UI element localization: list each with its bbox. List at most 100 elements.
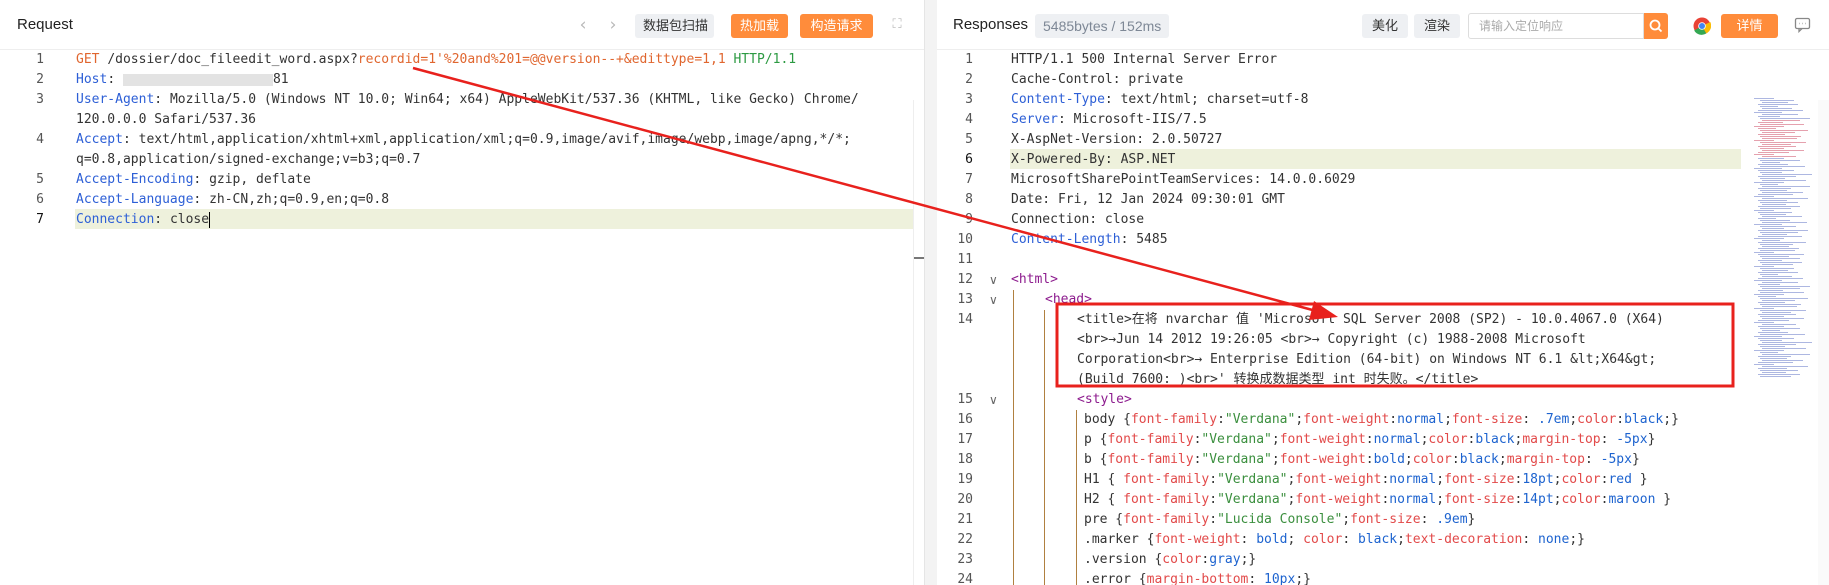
minimap-line [1754,224,1782,225]
line-number: 3 [965,92,973,107]
minimap-line [1760,190,1787,191]
powered-by-header: X-Powered-By: ASP.NET [1011,152,1176,167]
render-button[interactable]: 渲染 [1414,14,1460,38]
text-cursor [209,211,211,228]
minimap-line [1760,232,1798,233]
line-number: 7 [36,212,44,227]
server-header: Server: Microsoft-IIS/7.5 [1011,112,1207,127]
minimap-line [1760,100,1794,101]
minimap-line [1762,342,1812,343]
expand-icon[interactable]: ⛶ [888,16,906,34]
minimap-line [1762,222,1807,223]
minimap-line [1762,288,1800,289]
minimap-line [1758,206,1800,207]
line-number: 4 [36,132,44,147]
minimap-line [1758,344,1796,345]
minimap-line [1758,212,1792,213]
minimap-line [1762,216,1802,217]
minimap-line [1760,142,1806,143]
response-panel: Responses 5485bytes / 152ms 美化 渲染 请输入定位响… [937,0,1829,585]
minimap-line [1758,260,1782,261]
minimap-line [1762,228,1784,229]
minimap-line [1758,104,1798,105]
minimap-line [1762,150,1804,151]
locate-search-input[interactable]: 请输入定位响应 [1468,13,1644,39]
minimap-line [1762,240,1780,241]
packet-scan-button[interactable]: 数据包扫描 [635,14,714,38]
fold-chevron-icon[interactable]: ∨ [989,270,1003,290]
minimap-line [1762,330,1780,331]
connection-header: Connection: close [1011,212,1145,227]
minimap-line [1754,196,1774,197]
panel-divider[interactable] [925,0,937,585]
minimap-line [1760,352,1778,353]
minimap-line [1762,324,1796,325]
minimap-line [1758,194,1793,195]
minimap-line [1758,236,1802,237]
minimap-line [1762,204,1786,205]
minimap-line [1762,102,1788,103]
chrome-icon[interactable] [1693,17,1712,35]
redacted-host [122,73,273,86]
status-line: HTTP/1.1 500 Internal Server Error [1011,52,1278,67]
line-number: 12 [957,272,973,287]
minimap-line [1754,280,1782,281]
minimap-line [1762,264,1793,265]
fold-chevron-icon[interactable]: ∨ [989,390,1003,410]
minimap-line [1762,258,1800,259]
accept-cont: q=0.8,application/signed-exchange;v=b3;q… [76,152,421,167]
minimap-line [1754,112,1782,113]
line-number: 23 [957,552,973,567]
details-button[interactable]: 详情 [1721,14,1778,38]
minimap-line [1758,158,1784,159]
hot-load-button[interactable]: 热加载 [731,14,788,38]
minimap-line [1760,328,1800,329]
minimap-line [1760,256,1789,257]
line-number: 6 [36,192,44,207]
minimap-line [1758,374,1800,375]
head-open-tag: <head> [1045,292,1092,307]
minimap-line [1762,348,1806,349]
minimap-line [1758,134,1785,135]
minimap-line [1762,144,1791,145]
minimap-line [1758,362,1793,363]
response-size-badge: 5485bytes / 152ms [1035,14,1170,38]
minimap-line [1754,350,1784,351]
minimap-line [1754,322,1774,323]
line-number: 17 [957,432,973,447]
request-title: Request [17,16,73,33]
line-number: 11 [957,252,973,267]
minimap-line [1762,246,1789,247]
line-number: 2 [36,72,44,87]
back-arrow-icon[interactable]: ‹ [574,16,592,34]
minimap-line [1762,192,1803,193]
minimap-line [1758,320,1789,321]
request-scrollbar[interactable] [913,100,924,585]
minimap-line [1760,340,1782,341]
minimap-line [1758,278,1803,279]
minimap-line [1760,346,1785,347]
minimap-line [1762,300,1795,301]
minimap-line [1754,266,1774,267]
beautify-button[interactable]: 美化 [1362,14,1408,38]
minimap-line [1760,244,1793,245]
minimap-line [1762,156,1796,157]
response-editor[interactable]: 1 2 3 4 5 6 7 8 9 10 11 12 13 14 15 16 1… [937,50,1829,585]
line-number: 7 [965,172,973,187]
fold-chevron-icon[interactable]: ∨ [989,290,1003,310]
build-request-button[interactable]: 构造请求 [800,14,873,38]
response-scrollbar[interactable] [1818,100,1829,585]
minimap-line [1760,310,1806,311]
css-rule-body: body {font-family:"Verdana";font-weight:… [1084,412,1679,427]
css-rule-h1: H1 { font-family:"Verdana";font-weight:n… [1084,472,1648,487]
minimap-line [1754,140,1774,141]
aspnet-version-header: X-AspNet-Version: 2.0.50727 [1011,132,1223,147]
minimap-line [1762,366,1808,367]
forward-arrow-icon[interactable]: › [604,16,622,34]
code-minimap[interactable] [1754,98,1817,378]
minimap-line [1760,376,1791,377]
search-button[interactable] [1644,13,1668,39]
comment-icon[interactable] [1794,17,1812,34]
request-editor[interactable]: 1 GET /dossier/doc_fileedit_word.aspx?re… [0,50,924,585]
minimap-line [1758,248,1799,249]
